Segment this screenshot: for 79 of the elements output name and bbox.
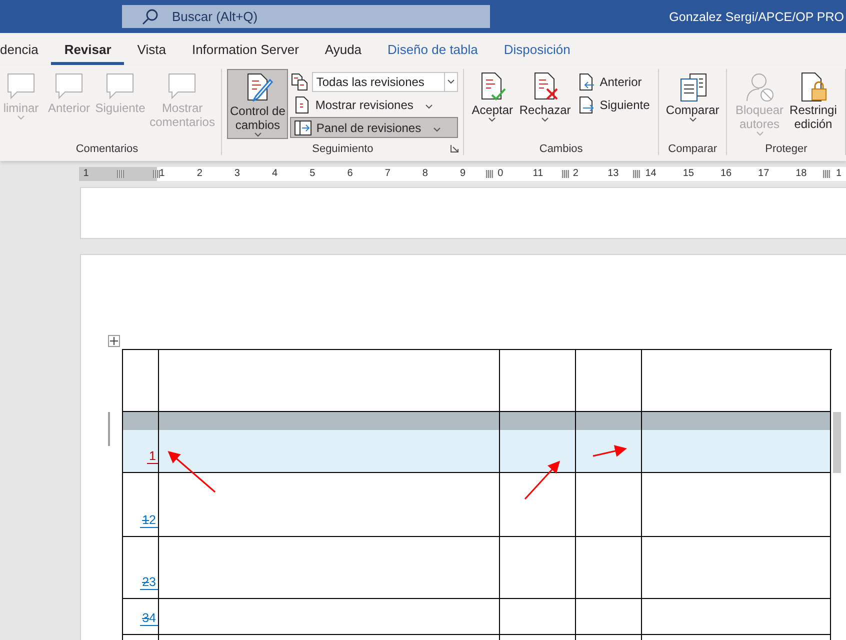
ruler-number: 1: [83, 168, 89, 180]
dialog-launcher-icon[interactable]: [450, 144, 460, 153]
chevron-icon: [425, 104, 434, 108]
ribbon-tab[interactable]: Vista: [124, 33, 179, 65]
column-marker-icon[interactable]: [823, 170, 830, 178]
annotation-arrow: [524, 460, 560, 500]
ribbon-tab[interactable]: Ayuda: [312, 33, 375, 65]
ribbon-button[interactable]: Rechazar: [517, 69, 573, 123]
row-number: 1: [147, 450, 158, 464]
previous-change-icon: [578, 72, 596, 90]
ribbon-button[interactable]: Restringi edición: [788, 69, 839, 132]
chevron-icon: [433, 126, 442, 132]
next-change-icon: [578, 96, 596, 114]
chevron-icon: [688, 117, 697, 122]
ribbon-tab[interactable]: dencia: [0, 33, 52, 65]
search-icon: [142, 8, 158, 24]
ruler-number: 11: [532, 168, 544, 180]
chevron-icon: [254, 132, 262, 137]
markup-dropdown[interactable]: Todas las revisiones: [312, 72, 458, 92]
table-cell: [576, 537, 642, 599]
row-number: 34: [140, 612, 158, 626]
column-marker-icon[interactable]: [486, 170, 493, 178]
group-label: Seguimiento: [312, 143, 374, 155]
row-number: 12: [140, 514, 158, 528]
ruler-number: 6: [347, 168, 353, 180]
chevron-icon: [17, 115, 25, 120]
ribbon-tab[interactable]: Disposición: [490, 33, 584, 65]
annotation-arrow: [592, 445, 627, 457]
table-cell: [576, 473, 642, 537]
group-label: Proteger: [765, 143, 808, 155]
search-placeholder: Buscar (Alt+Q): [172, 9, 258, 24]
column-marker-icon[interactable]: [153, 170, 160, 178]
group-label: Comentarios: [76, 143, 138, 155]
ruler-number: 3: [234, 168, 240, 180]
ruler-number: 2: [572, 168, 578, 180]
ribbon-button[interactable]: Aceptar: [469, 69, 516, 123]
ribbon-button[interactable]: Control de cambios: [227, 69, 288, 139]
ruler-number: 4: [272, 168, 278, 180]
group-label: Comparar: [668, 143, 718, 155]
document-icon: [293, 96, 312, 114]
search-field[interactable]: Buscar (Alt+Q): [122, 5, 490, 28]
ruler-number: 0: [498, 168, 504, 180]
ruler-number: 16: [720, 168, 732, 180]
user-name: Gonzalez Sergi/APCE/OP PRO: [669, 10, 845, 24]
ribbon-button[interactable]: Panel de revisiones: [290, 117, 458, 138]
ribbon-tab[interactable]: Diseño de tabla: [374, 33, 491, 65]
markup-icon: [290, 72, 308, 90]
ribbon-button[interactable]: Comparar: [664, 69, 722, 123]
person-block-icon: [744, 71, 776, 103]
ribbon-button[interactable]: Siguiente: [574, 94, 653, 115]
comment-icon: [166, 71, 198, 101]
column-marker-icon[interactable]: [117, 170, 124, 178]
ruler-number: 1: [836, 168, 842, 180]
chevron-icon: [488, 117, 496, 122]
column-marker-icon[interactable]: [562, 170, 569, 178]
ruler-number: 8: [422, 168, 428, 180]
ruler-number: 15: [682, 168, 694, 180]
ruler-number: 14: [645, 168, 656, 180]
ruler-number: 7: [384, 168, 390, 180]
ribbon-button[interactable]: Mostrar revisiones: [290, 94, 458, 115]
ruler-number: 2: [196, 168, 202, 180]
column-marker-icon[interactable]: [633, 170, 640, 178]
ruler-number: 1: [159, 168, 165, 180]
ruler-number: 18: [796, 168, 807, 180]
ribbon-tab[interactable]: Information Server: [178, 33, 312, 65]
ruler-number: 13: [608, 168, 619, 180]
ribbon-button[interactable]: Anterior: [574, 71, 653, 92]
chevron-icon: [541, 117, 550, 122]
ruler-number: 17: [758, 168, 770, 180]
ruler-number: 5: [310, 168, 316, 180]
row-number: 23: [140, 576, 158, 590]
ruler-number: 9: [460, 168, 466, 180]
group-label: Cambios: [539, 143, 583, 155]
chevron-icon: [447, 79, 456, 84]
move-handle-icon[interactable]: [108, 335, 120, 347]
pane-icon: [294, 118, 312, 136]
annotation-arrow: [168, 451, 216, 493]
chevron-icon: [756, 131, 764, 136]
table-cell: [576, 412, 642, 473]
